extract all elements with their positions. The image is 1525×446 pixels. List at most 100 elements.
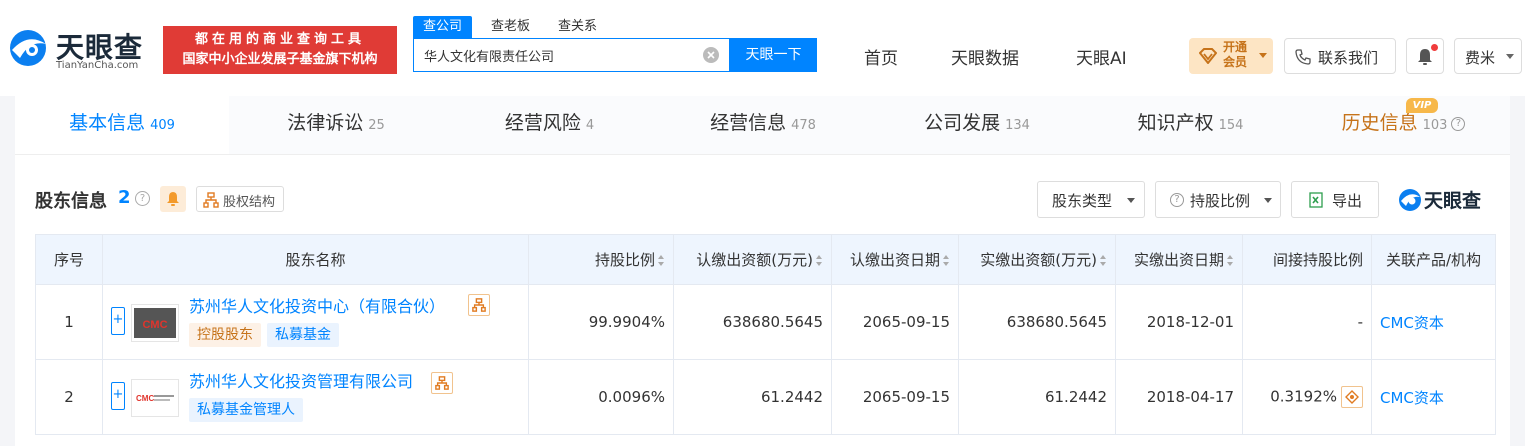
vip-label-line-1: 开通 [1223,40,1248,54]
paid-date-value: 2018-12-01 [1115,284,1243,360]
notification-dot [1431,44,1438,51]
col-ratio[interactable]: 持股比例 [528,234,674,285]
svg-text:CMC: CMC [136,394,154,403]
row-index: 1 [35,284,103,360]
col-indirect-ratio: 间接持股比例 [1242,234,1372,285]
diamond-icon [1199,48,1217,64]
penetration-icon[interactable] [1341,386,1363,408]
sort-icon[interactable] [658,254,665,267]
vip-label-line-2: 会员 [1223,55,1248,69]
org-chart-icon[interactable] [468,294,490,316]
tab-operations[interactable]: 经营信息 478 [656,96,870,154]
table-row: 1 + CMC 苏州华人文化投资中心（有限合伙） 控股股东 私募基金 99.99… [35,284,1496,360]
company-logo-image: CMC [133,381,177,415]
help-icon[interactable]: ? [1451,116,1466,131]
indirect-ratio-text: - [1357,313,1363,331]
tab-label: 基本信息 [69,112,146,134]
nav-home[interactable]: 首页 [864,44,898,69]
table-header-row: 序号 股东名称 持股比例 认缴出资额(万元) 认缴出资日期 实缴出资额(万元) … [35,234,1496,285]
excel-icon [1309,192,1323,208]
tab-development[interactable]: 公司发展 134 [870,96,1084,154]
sort-icon[interactable] [816,254,823,267]
expand-button[interactable]: + [111,382,125,410]
tab-label: 经营风险 [504,112,581,134]
nav-data[interactable]: 天眼数据 [951,44,1019,69]
chevron-down-icon [1127,198,1135,203]
table-row: 2 + CMC 苏州华人文化投资管理有限公司 私募基金管理人 0.0096% 6… [35,359,1496,435]
monitor-bell-button[interactable] [160,186,186,212]
search-tab-boss[interactable]: 查老板 [491,16,530,38]
tag-fund-manager[interactable]: 私募基金管理人 [189,398,303,422]
tag-private-fund[interactable]: 私募基金 [267,323,339,347]
shareholder-name-link[interactable]: 苏州华人文化投资中心（有限合伙） [189,293,445,317]
phone-icon [1295,49,1311,65]
user-menu-button[interactable]: 费米 [1454,38,1522,74]
bell-icon [1418,49,1432,65]
org-chart-icon[interactable] [431,372,453,394]
expand-button[interactable]: + [111,307,125,335]
col-subscribed-date[interactable]: 认缴出资日期 [831,234,959,285]
search-tab-company[interactable]: 查公司 [413,16,473,38]
section-title: 股东信息 [35,191,107,212]
export-button[interactable]: 导出 [1291,181,1379,218]
tab-count: 103 [1422,118,1448,133]
sort-icon[interactable] [943,254,950,267]
tab-legal[interactable]: 法律诉讼 25 [229,96,443,154]
shareholder-table: 序号 股东名称 持股比例 认缴出资额(万元) 认缴出资日期 实缴出资额(万元) … [35,234,1496,435]
col-paid-amount[interactable]: 实缴出资额(万元) [958,234,1116,285]
tab-ip[interactable]: 知识产权 154 [1084,96,1297,154]
chevron-down-icon [1264,198,1272,203]
shareholder-type-dropdown[interactable]: 股东类型 [1037,181,1145,218]
shareholder-name-link[interactable]: 苏州华人文化投资管理有限公司 [189,368,413,392]
notification-button[interactable] [1406,38,1444,74]
paid-amount-value: 61.2442 [958,359,1116,435]
shareholder-info: + CMC 苏州华人文化投资中心（有限合伙） 控股股东 私募基金 [111,285,520,359]
tab-history[interactable]: 历史信息 103? [1297,96,1510,154]
tab-count: 409 [150,118,175,133]
col-paid-date[interactable]: 实缴出资日期 [1115,234,1243,285]
paid-date-value: 2018-04-17 [1115,359,1243,435]
help-icon[interactable]: ? [135,191,150,206]
col-index: 序号 [35,234,103,285]
ratio-value: 99.9904% [528,284,674,360]
tab-label: 经营信息 [710,112,787,134]
tab-count: 154 [1218,118,1244,133]
category-tabs: 基本信息 409 法律诉讼 25 经营风险 4 经营信息 478 公司发展 134 知识产… [15,96,1510,155]
vip-open-button[interactable]: 开通 会员 [1189,38,1273,74]
column-label: 关联产品/机构 [1385,251,1482,269]
site-logo[interactable]: 天眼查 TianYanCha.com [6,26,156,72]
related-link[interactable]: CMC资本 [1380,314,1444,332]
clear-icon[interactable] [703,47,719,63]
col-subscribed-amount[interactable]: 认缴出资额(万元) [673,234,832,285]
column-label: 股东名称 [285,251,346,269]
tab-risk[interactable]: 经营风险 4 [443,96,656,154]
contact-us-button[interactable]: 联系我们 [1284,38,1396,74]
tab-label: 历史信息 [1341,112,1418,134]
svg-text:CMC: CMC [142,319,167,331]
related-link[interactable]: CMC资本 [1380,389,1444,407]
search-tab-relation[interactable]: 查关系 [558,16,597,38]
company-logo[interactable]: CMC [131,379,179,417]
col-shareholder: 股东名称 [102,234,529,285]
search-button[interactable]: 天眼一下 [730,38,817,72]
subscribed-date-value: 2065-09-15 [831,284,959,360]
tab-count: 4 [585,118,595,133]
brand-text: 天眼查 [1424,190,1482,212]
shareholder-info: + CMC 苏州华人文化投资管理有限公司 私募基金管理人 [111,360,520,434]
tab-count: 478 [791,118,816,133]
sort-icon[interactable] [1227,254,1234,267]
export-label: 导出 [1332,192,1363,210]
tab-basic-info[interactable]: 基本信息 409 [15,96,229,154]
tab-label: 知识产权 [1137,112,1214,134]
column-label: 实缴出资日期 [1133,251,1224,269]
search-box [413,38,730,72]
equity-structure-button[interactable]: 股权结构 [196,186,284,212]
sort-icon[interactable] [1100,254,1107,267]
company-logo[interactable]: CMC [131,304,179,342]
indirect-ratio-text: 0.3192% [1270,387,1337,406]
holding-ratio-dropdown[interactable]: ? 持股比例 [1155,181,1281,218]
column-label: 实缴出资额(万元) [980,251,1097,269]
equity-structure-label: 股权结构 [223,195,276,210]
search-input[interactable] [424,45,694,65]
nav-ai[interactable]: 天眼AI [1076,44,1127,69]
